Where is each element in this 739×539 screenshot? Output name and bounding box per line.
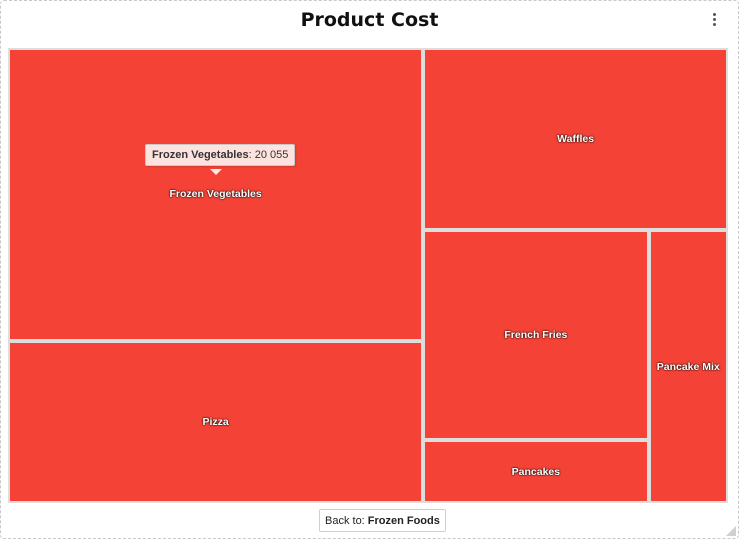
menu-dot [712,22,716,26]
treemap-tile-label: Waffles [557,133,595,146]
back-button[interactable]: Back to: Frozen Foods [319,509,446,532]
chart-title: Product Cost [300,9,439,31]
menu-dot [712,17,716,21]
treemap-tile-french-fries[interactable]: French Fries [423,230,649,441]
tooltip: Frozen Vegetables: 20 055 [145,144,296,166]
treemap-tile-label: Frozen Vegetables [169,188,262,201]
treemap-tile-frozen-vegetables[interactable]: Frozen Vegetables [8,48,424,341]
menu-dot [712,12,716,16]
back-button-prefix: Back to: [325,514,365,527]
treemap-tile-pizza[interactable]: Pizza [8,340,424,503]
treemap-tile-label: Pizza [202,415,229,428]
more-vertical-icon[interactable] [706,10,722,28]
treemap-tile-pancake-mix[interactable]: Pancake Mix [648,230,728,503]
tooltip-separator: : [248,149,252,161]
tooltip-value: 20 055 [254,149,289,161]
tooltip-name: Frozen Vegetables [152,149,249,161]
treemap-tile-label: Pancakes [511,465,561,478]
resize-handle-icon[interactable] [726,526,736,536]
treemap-tile-label: Pancake Mix [656,360,720,373]
treemap-plot: Frozen Vegetables Pizza Waffles French Frie… [8,48,728,503]
tooltip-arrow [210,169,222,175]
treemap-tile-pancakes[interactable]: Pancakes [423,440,649,503]
treemap-tile-waffles[interactable]: Waffles [423,48,728,231]
back-button-target: Frozen Foods [367,514,440,527]
treemap-tile-label: French Fries [504,329,568,342]
